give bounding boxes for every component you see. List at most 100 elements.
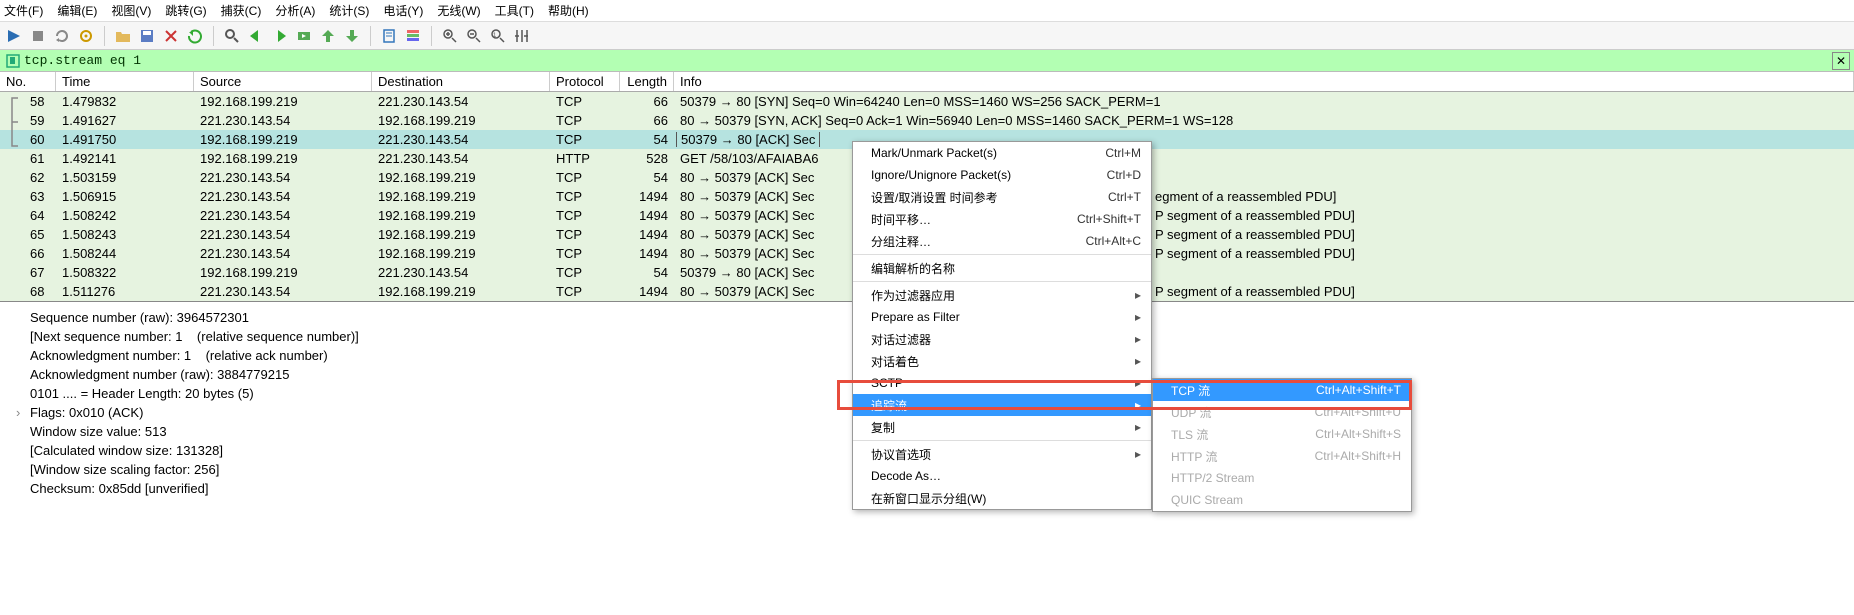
ctx-conversation-filter[interactable]: 对话过滤器▸ <box>853 328 1151 350</box>
menu-tools[interactable]: 工具(T) <box>495 2 534 19</box>
col-no[interactable]: No. <box>0 72 56 91</box>
cell: 58 <box>0 94 56 109</box>
save-icon[interactable] <box>137 26 157 46</box>
col-source[interactable]: Source <box>194 72 372 91</box>
stop-capture-icon[interactable] <box>28 26 48 46</box>
cell: 1494 <box>620 284 674 299</box>
cell: 192.168.199.219 <box>194 132 372 147</box>
find-icon[interactable] <box>222 26 242 46</box>
go-last-icon[interactable] <box>342 26 362 46</box>
sub-http-stream: HTTP 流Ctrl+Alt+Shift+H <box>1153 445 1411 467</box>
expander-icon[interactable]: › <box>16 403 20 422</box>
zoom-reset-icon[interactable]: 1 <box>488 26 508 46</box>
open-icon[interactable] <box>113 26 133 46</box>
ctx-copy[interactable]: 复制▸ <box>853 416 1151 438</box>
cell: 62 <box>0 170 56 185</box>
ctx-time-shift[interactable]: 时间平移…Ctrl+Shift+T <box>853 208 1151 230</box>
ctx-mark-unmark[interactable]: Mark/Unmark Packet(s)Ctrl+M <box>853 142 1151 164</box>
ctx-follow-stream[interactable]: 追踪流▸ <box>853 394 1151 416</box>
cell: 1.491750 <box>56 132 194 147</box>
filter-bookmark-icon[interactable] <box>4 52 22 70</box>
menu-go[interactable]: 跳转(G) <box>165 2 206 19</box>
cell: 1.508322 <box>56 265 194 280</box>
ctx-apply-as-filter[interactable]: 作为过滤器应用▸ <box>853 284 1151 306</box>
ctx-show-in-new-window[interactable]: 在新窗口显示分组(W) <box>853 487 1151 509</box>
ctx-edit-resolved-name[interactable]: 编辑解析的名称 <box>853 257 1151 279</box>
col-length[interactable]: Length <box>620 72 674 91</box>
menu-edit[interactable]: 编辑(E) <box>57 2 97 19</box>
cell: 60 <box>0 132 56 147</box>
cell-info: 50379 → 80 [ACK] Sec <box>674 265 1854 280</box>
cell: 192.168.199.219 <box>372 246 550 261</box>
menu-capture[interactable]: 捕获(C) <box>221 2 262 19</box>
cell: 1494 <box>620 208 674 223</box>
cell: 528 <box>620 151 674 166</box>
menu-file[interactable]: 文件(F) <box>4 2 43 19</box>
cell: 221.230.143.54 <box>194 113 372 128</box>
go-first-icon[interactable] <box>318 26 338 46</box>
cell: 1.492141 <box>56 151 194 166</box>
menu-analyze[interactable]: 分析(A) <box>275 2 315 19</box>
menu-help[interactable]: 帮助(H) <box>548 2 589 19</box>
cell: 221.230.143.54 <box>194 227 372 242</box>
ctx-prepare-as-filter[interactable]: Prepare as Filter▸ <box>853 306 1151 328</box>
cell-info: 50379 → 80 [SYN] Seq=0 Win=64240 Len=0 M… <box>674 94 1854 109</box>
display-filter-input[interactable] <box>24 53 1832 68</box>
ctx-colorize-conversation[interactable]: 对话着色▸ <box>853 350 1151 372</box>
restart-capture-icon[interactable] <box>52 26 72 46</box>
packet-row[interactable]: 581.479832192.168.199.219221.230.143.54T… <box>0 92 1854 111</box>
cell: 67 <box>0 265 56 280</box>
menu-view[interactable]: 视图(V) <box>111 2 151 19</box>
go-forward-icon[interactable] <box>270 26 290 46</box>
cell: TCP <box>550 246 620 261</box>
close-icon[interactable] <box>161 26 181 46</box>
options-icon[interactable] <box>76 26 96 46</box>
cell-info-tail: P segment of a reassembled PDU] <box>1155 246 1355 261</box>
cell: 1.508242 <box>56 208 194 223</box>
cell-info-tail: egment of a reassembled PDU] <box>1155 189 1336 204</box>
menu-statistics[interactable]: 统计(S) <box>329 2 369 19</box>
cell-info-tail: P segment of a reassembled PDU] <box>1155 227 1355 242</box>
col-destination[interactable]: Destination <box>372 72 550 91</box>
resize-columns-icon[interactable] <box>512 26 532 46</box>
follow-stream-submenu: TCP 流Ctrl+Alt+Shift+T UDP 流Ctrl+Alt+Shif… <box>1152 378 1412 512</box>
go-to-packet-icon[interactable] <box>294 26 314 46</box>
ctx-sctp[interactable]: SCTP▸ <box>853 372 1151 394</box>
zoom-in-icon[interactable] <box>440 26 460 46</box>
col-protocol[interactable]: Protocol <box>550 72 620 91</box>
cell: 1.491627 <box>56 113 194 128</box>
cell: TCP <box>550 132 620 147</box>
cell: 221.230.143.54 <box>194 284 372 299</box>
ctx-decode-as[interactable]: Decode As… <box>853 465 1151 487</box>
col-time[interactable]: Time <box>56 72 194 91</box>
cell: 54 <box>620 170 674 185</box>
ctx-packet-comment[interactable]: 分组注释…Ctrl+Alt+C <box>853 230 1151 252</box>
packet-list-header: No. Time Source Destination Protocol Len… <box>0 72 1854 92</box>
cell: 221.230.143.54 <box>372 265 550 280</box>
cell: 221.230.143.54 <box>372 94 550 109</box>
cell: 66 <box>620 113 674 128</box>
menu-wireless[interactable]: 无线(W) <box>437 2 480 19</box>
colorize-icon[interactable] <box>403 26 423 46</box>
cell: 66 <box>620 94 674 109</box>
packet-row[interactable]: 591.491627221.230.143.54192.168.199.219T… <box>0 111 1854 130</box>
cell-info: 80 → 50379 [SYN, ACK] Seq=0 Ack=1 Win=56… <box>674 113 1854 128</box>
zoom-out-icon[interactable] <box>464 26 484 46</box>
ctx-time-reference[interactable]: 设置/取消设置 时间参考Ctrl+T <box>853 186 1151 208</box>
menu-bar: 文件(F) 编辑(E) 视图(V) 跳转(G) 捕获(C) 分析(A) 统计(S… <box>0 0 1854 22</box>
auto-scroll-icon[interactable] <box>379 26 399 46</box>
col-info[interactable]: Info <box>674 72 1854 91</box>
clear-filter-button[interactable]: ✕ <box>1832 52 1850 70</box>
start-capture-icon[interactable] <box>4 26 24 46</box>
submenu-arrow-icon: ▸ <box>1135 376 1141 390</box>
reload-icon[interactable] <box>185 26 205 46</box>
sub-tcp-stream[interactable]: TCP 流Ctrl+Alt+Shift+T <box>1153 379 1411 401</box>
submenu-arrow-icon: ▸ <box>1135 398 1141 412</box>
ctx-protocol-preferences[interactable]: 协议首选项▸ <box>853 443 1151 465</box>
menu-telephony[interactable]: 电话(Y) <box>383 2 423 19</box>
cell: 66 <box>0 246 56 261</box>
ctx-ignore-unignore[interactable]: Ignore/Unignore Packet(s)Ctrl+D <box>853 164 1151 186</box>
cell: TCP <box>550 113 620 128</box>
sub-quic-stream: QUIC Stream <box>1153 489 1411 511</box>
go-back-icon[interactable] <box>246 26 266 46</box>
